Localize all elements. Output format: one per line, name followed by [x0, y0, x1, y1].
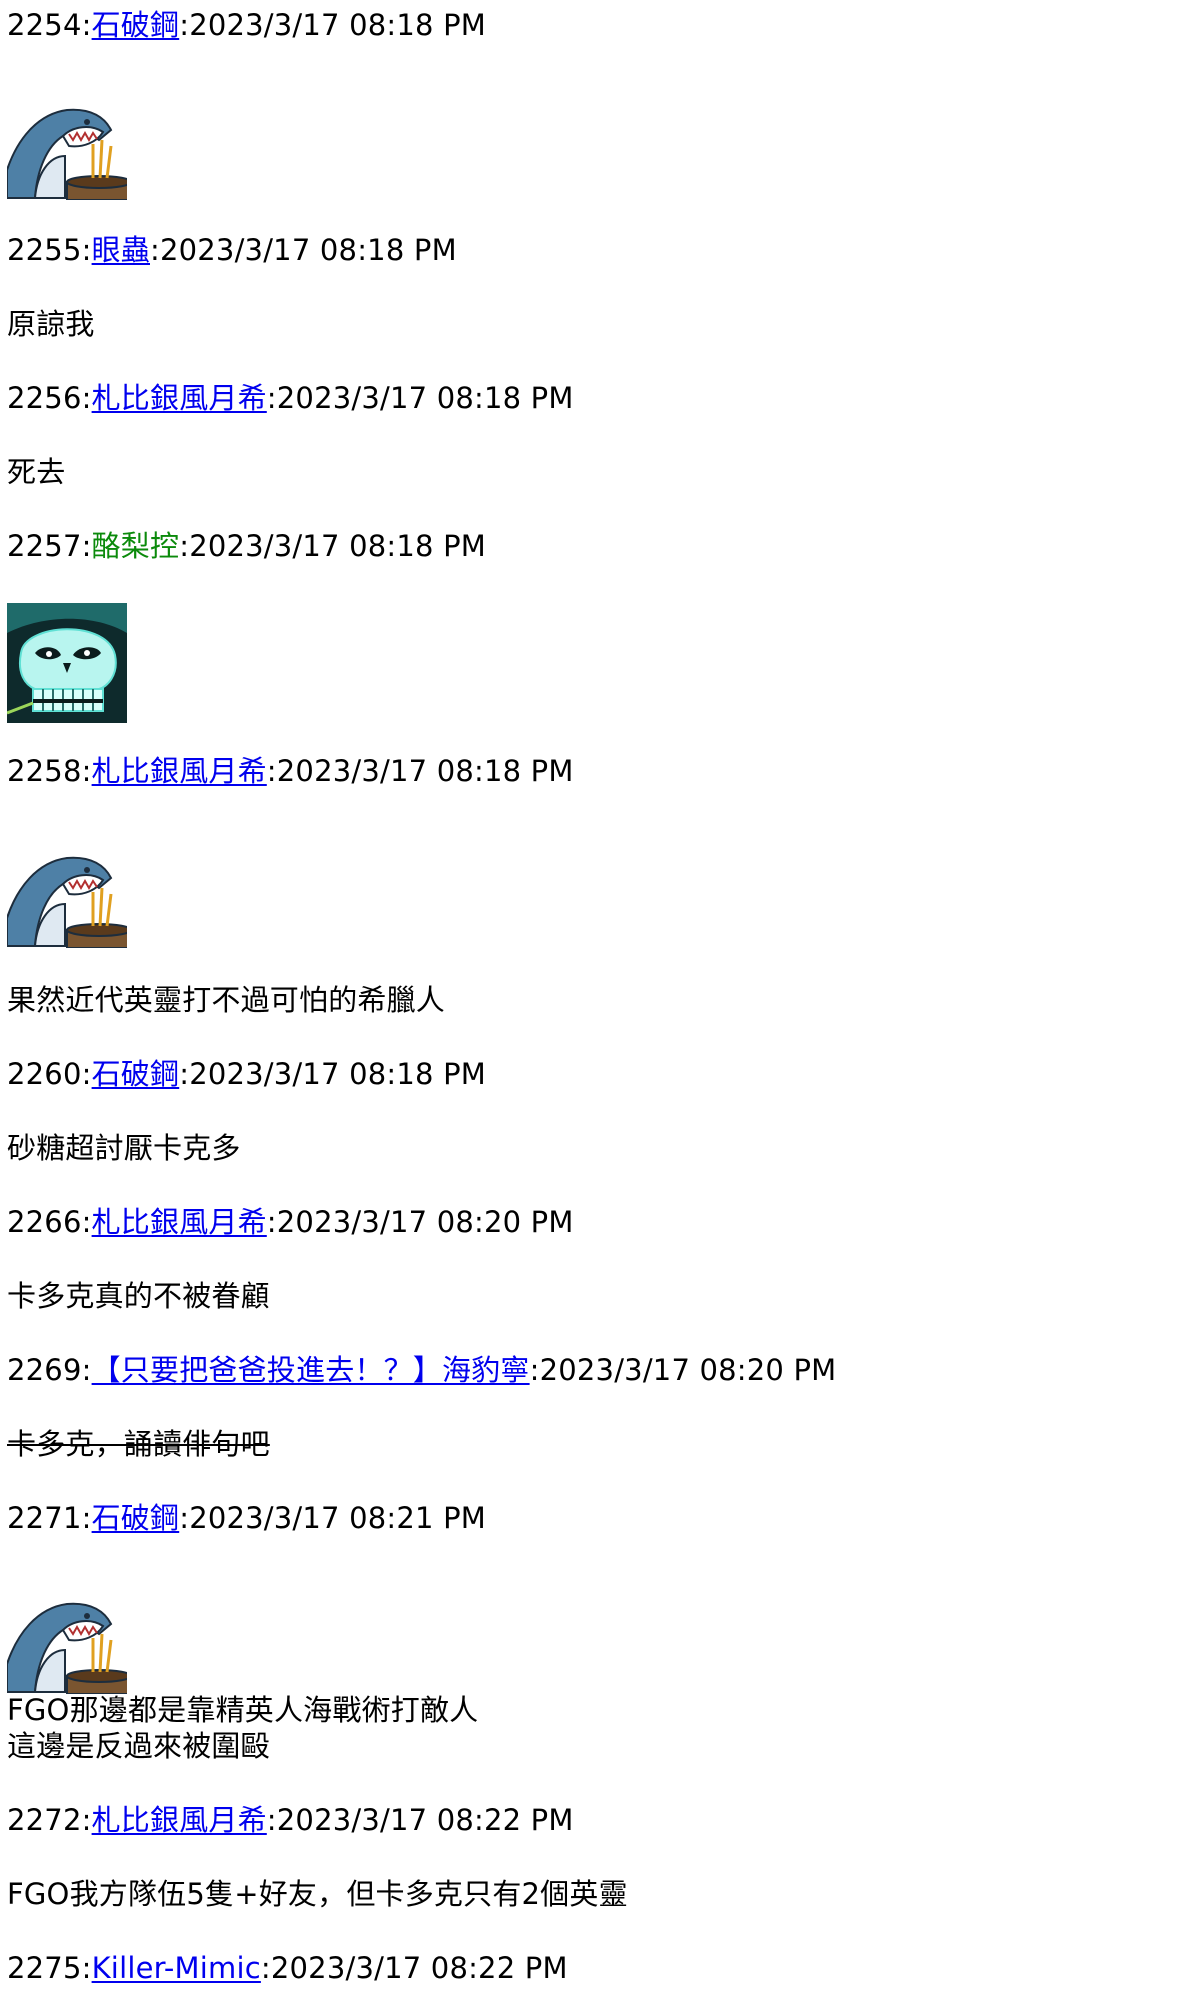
- post-timestamp: 2023/3/17 08:18 PM: [189, 8, 487, 42]
- post-number: 2269: [7, 1353, 82, 1387]
- post-timestamp: 2023/3/17 08:20 PM: [539, 1353, 837, 1387]
- post-header: 2271:石破鋼:2023/3/17 08:21 PM: [7, 1501, 487, 1535]
- username-link[interactable]: Killer-Mimic: [92, 1951, 261, 1985]
- username-link[interactable]: 石破鋼: [92, 1501, 180, 1535]
- username-link[interactable]: 【只要把爸爸投進去！？】海豹寧: [92, 1353, 530, 1387]
- post-body-line-2: 這邊是反過來被圍毆: [7, 1729, 270, 1763]
- post-number: 2272: [7, 1803, 82, 1837]
- post-timestamp: 2023/3/17 08:18 PM: [276, 754, 574, 788]
- shark-sticker-icon: [7, 856, 127, 948]
- username-link[interactable]: 札比銀風月希: [92, 1803, 267, 1837]
- post-header: 2269:【只要把爸爸投進去！？】海豹寧:2023/3/17 08:20 PM: [7, 1353, 837, 1387]
- post-header: 2272:札比銀風月希:2023/3/17 08:22 PM: [7, 1803, 574, 1837]
- post-timestamp: 2023/3/17 08:21 PM: [189, 1501, 487, 1535]
- post-body: 果然近代英靈打不過可怕的希臘人: [7, 983, 446, 1017]
- username-link[interactable]: 眼蟲: [92, 233, 150, 267]
- post-timestamp: 2023/3/17 08:18 PM: [159, 233, 457, 267]
- shark-sticker-image: [7, 848, 127, 968]
- post-timestamp: 2023/3/17 08:18 PM: [276, 381, 574, 415]
- post-header: 2254:石破鋼:2023/3/17 08:18 PM: [7, 8, 487, 42]
- username-link[interactable]: 石破鋼: [92, 1057, 180, 1091]
- post-number: 2256: [7, 381, 82, 415]
- post-timestamp: 2023/3/17 08:22 PM: [276, 1803, 574, 1837]
- post-body: 原諒我: [7, 307, 95, 341]
- shark-sticker-image: [7, 1594, 127, 1694]
- post-body: 砂糖超討厭卡克多: [7, 1131, 241, 1165]
- username-link[interactable]: 石破鋼: [92, 8, 180, 42]
- post-body-strikethrough: 卡多克，誦讀俳句吧: [7, 1427, 270, 1461]
- post-number: 2260: [7, 1057, 82, 1091]
- skull-sticker-icon: [7, 603, 127, 723]
- post-timestamp: 2023/3/17 08:22 PM: [270, 1951, 568, 1985]
- post-number: 2275: [7, 1951, 82, 1985]
- post-number: 2255: [7, 233, 82, 267]
- post-header: 2275:Killer-Mimic:2023/3/17 08:22 PM: [7, 1951, 568, 1985]
- post-body: FGO我方隊伍5隻+好友，但卡多克只有2個英靈: [7, 1877, 628, 1911]
- post-timestamp: 2023/3/17 08:18 PM: [189, 529, 487, 563]
- post-header: 2266:札比銀風月希:2023/3/17 08:20 PM: [7, 1205, 574, 1239]
- post-body-line-1: FGO那邊都是靠精英人海戰術打敵人: [7, 1693, 479, 1727]
- post-header: 2258:札比銀風月希:2023/3/17 08:18 PM: [7, 754, 574, 788]
- shark-sticker-icon: [7, 108, 127, 200]
- post-timestamp: 2023/3/17 08:20 PM: [276, 1205, 574, 1239]
- post-number: 2266: [7, 1205, 82, 1239]
- post-header: 2255:眼蟲:2023/3/17 08:18 PM: [7, 233, 457, 267]
- post-number: 2258: [7, 754, 82, 788]
- skull-sticker-image: [7, 603, 127, 723]
- shark-sticker-icon: [7, 1602, 127, 1694]
- shark-sticker-image: [7, 100, 127, 220]
- post-header: 2256:札比銀風月希:2023/3/17 08:18 PM: [7, 381, 574, 415]
- post-header: 2260:石破鋼:2023/3/17 08:18 PM: [7, 1057, 487, 1091]
- post-body: 死去: [7, 455, 66, 489]
- post-number: 2254: [7, 8, 82, 42]
- post-header: 2257:酪梨控:2023/3/17 08:18 PM: [7, 529, 487, 563]
- username-link[interactable]: 札比銀風月希: [92, 1205, 267, 1239]
- post-number: 2257: [7, 529, 82, 563]
- username: 酪梨控: [91, 529, 180, 563]
- post-number: 2271: [7, 1501, 82, 1535]
- post-body: 卡多克真的不被眷顧: [7, 1279, 270, 1313]
- username-link[interactable]: 札比銀風月希: [92, 381, 267, 415]
- post-timestamp: 2023/3/17 08:18 PM: [189, 1057, 487, 1091]
- username-link[interactable]: 札比銀風月希: [92, 754, 267, 788]
